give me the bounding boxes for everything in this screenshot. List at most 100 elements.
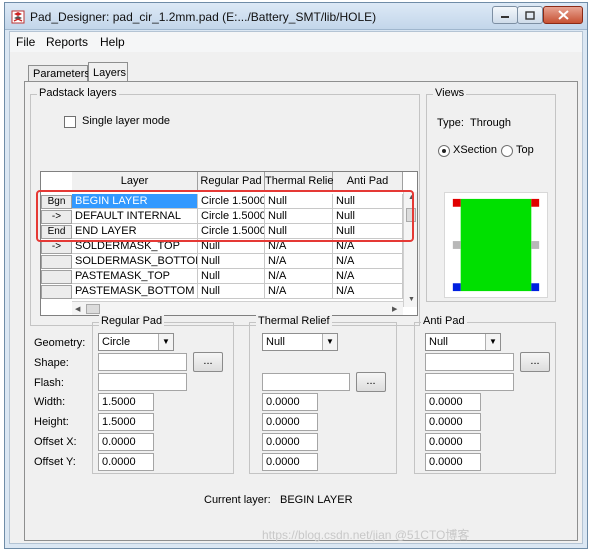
pad-designer-window: Pad_Designer: pad_cir_1.2mm.pad (E:.../B… bbox=[4, 2, 588, 549]
cell-regular-pad[interactable]: Null bbox=[198, 284, 265, 299]
cell-anti-pad[interactable]: N/A bbox=[333, 269, 403, 284]
watermark-text: https://blog.csdn.net/jian @51CTO博客 bbox=[262, 528, 470, 542]
grid-horizontal-scrollbar[interactable]: ◀ ▶ bbox=[72, 301, 403, 315]
scroll-left-icon[interactable]: ◀ bbox=[75, 305, 80, 313]
thermal-relief-offset-x-field[interactable]: 0.0000 bbox=[262, 433, 318, 451]
thermal-relief-geometry-select[interactable]: Null ▼ bbox=[262, 333, 338, 351]
single-layer-mode-label: Single layer mode bbox=[82, 115, 171, 127]
cell-thermal-relief[interactable]: N/A bbox=[265, 284, 333, 299]
chevron-down-icon[interactable]: ▼ bbox=[158, 334, 173, 350]
thermal-relief-flash-field[interactable] bbox=[262, 373, 350, 391]
maximize-button[interactable] bbox=[517, 6, 543, 24]
regular-pad-shape-browse-button[interactable]: ... bbox=[193, 352, 223, 372]
thermal-relief-width-field[interactable]: 0.0000 bbox=[262, 393, 318, 411]
xsection-radio[interactable] bbox=[438, 145, 450, 157]
internal-layer-marker-right bbox=[531, 241, 540, 249]
cell-anti-pad[interactable]: N/A bbox=[333, 254, 403, 269]
height-label: Height: bbox=[34, 416, 69, 428]
cell-regular-pad[interactable]: Null bbox=[198, 269, 265, 284]
window-title: Pad_Designer: pad_cir_1.2mm.pad (E:.../B… bbox=[30, 10, 377, 24]
padstack-xsection-preview bbox=[444, 192, 548, 298]
minimize-button[interactable] bbox=[492, 6, 518, 24]
close-button[interactable] bbox=[543, 6, 583, 24]
anti-pad-offset-y-field[interactable]: 0.0000 bbox=[425, 453, 481, 471]
single-layer-mode-checkbox[interactable] bbox=[64, 116, 76, 128]
end-layer-marker-left bbox=[452, 283, 461, 292]
row-button-pastemask-bottom[interactable] bbox=[41, 285, 72, 299]
regular-pad-shape-field[interactable] bbox=[98, 353, 187, 371]
title-bar[interactable]: Pad_Designer: pad_cir_1.2mm.pad (E:.../B… bbox=[5, 3, 587, 30]
begin-layer-marker-right bbox=[531, 198, 540, 207]
horizontal-scroll-thumb[interactable] bbox=[86, 304, 100, 314]
row-button-pastemask-top[interactable] bbox=[41, 270, 72, 284]
thermal-relief-label: Thermal Relief bbox=[256, 315, 332, 327]
regular-pad-width-field[interactable]: 1.5000 bbox=[98, 393, 154, 411]
cell-layer[interactable]: PASTEMASK_BOTTOM bbox=[72, 284, 198, 299]
width-label: Width: bbox=[34, 396, 66, 408]
anti-pad-geometry-select[interactable]: Null ▼ bbox=[425, 333, 501, 351]
menu-file[interactable]: File bbox=[16, 35, 35, 49]
tab-layers[interactable]: Layers bbox=[88, 62, 128, 82]
cell-layer[interactable]: PASTEMASK_TOP bbox=[72, 269, 198, 284]
minimize-icon bbox=[501, 16, 509, 18]
anti-pad-geometry-value: Null bbox=[429, 336, 448, 348]
client-area: File Reports Help Parameters Layers Pads… bbox=[9, 31, 583, 544]
anti-pad-flash-field[interactable] bbox=[425, 373, 514, 391]
scroll-right-icon[interactable]: ▶ bbox=[392, 305, 397, 313]
column-header-layer[interactable]: Layer bbox=[72, 172, 198, 192]
anti-pad-width-field[interactable]: 0.0000 bbox=[425, 393, 481, 411]
row-button-soldermask-bottom[interactable] bbox=[41, 255, 72, 269]
begin-layer-marker-left bbox=[452, 198, 461, 207]
anti-pad-label: Anti Pad bbox=[421, 315, 467, 327]
regular-pad-offset-y-field[interactable]: 0.0000 bbox=[98, 453, 154, 471]
regular-pad-geometry-select[interactable]: Circle ▼ bbox=[98, 333, 174, 351]
pad-designer-app-icon bbox=[11, 10, 25, 24]
anti-pad-shape-browse-button[interactable]: ... bbox=[520, 352, 550, 372]
anti-pad-offset-x-field[interactable]: 0.0000 bbox=[425, 433, 481, 451]
chevron-down-icon[interactable]: ▼ bbox=[485, 334, 500, 350]
column-header-anti-pad[interactable]: Anti Pad bbox=[333, 172, 403, 192]
column-header-thermal-relief[interactable]: Thermal Relief bbox=[265, 172, 337, 192]
regular-pad-flash-field[interactable] bbox=[98, 373, 187, 391]
regular-pad-label: Regular Pad bbox=[99, 315, 165, 327]
cell-regular-pad[interactable]: Null bbox=[198, 254, 265, 269]
geometry-label: Geometry: bbox=[34, 337, 86, 349]
shape-label: Shape: bbox=[34, 357, 69, 369]
end-layer-marker-right bbox=[531, 283, 540, 292]
cell-thermal-relief[interactable]: N/A bbox=[265, 254, 333, 269]
views-label: Views bbox=[433, 87, 467, 99]
regular-pad-height-field[interactable]: 1.5000 bbox=[98, 413, 154, 431]
chevron-down-icon[interactable]: ▼ bbox=[322, 334, 337, 350]
thermal-relief-geometry-value: Null bbox=[266, 336, 285, 348]
cell-anti-pad[interactable]: N/A bbox=[333, 284, 403, 299]
top-view-label: Top bbox=[516, 144, 534, 156]
offset-x-label: Offset X: bbox=[34, 436, 77, 448]
menu-bar: File Reports Help bbox=[10, 32, 582, 52]
current-layer-label: Current layer: bbox=[204, 494, 271, 506]
current-layer-value: BEGIN LAYER bbox=[280, 494, 353, 506]
maximize-icon bbox=[525, 10, 535, 20]
thermal-relief-flash-browse-button[interactable]: ... bbox=[356, 372, 386, 392]
menu-reports[interactable]: Reports bbox=[46, 35, 88, 49]
cell-layer[interactable]: SOLDERMASK_BOTTOM bbox=[72, 254, 198, 269]
thermal-relief-height-field[interactable]: 0.0000 bbox=[262, 413, 318, 431]
offset-y-label: Offset Y: bbox=[34, 456, 76, 468]
row-button-soldermask-top[interactable]: -> bbox=[41, 240, 72, 254]
type-label: Type: bbox=[437, 117, 464, 129]
flash-label: Flash: bbox=[34, 377, 64, 389]
scroll-down-icon[interactable]: ▼ bbox=[408, 296, 415, 303]
thermal-relief-offset-y-field[interactable]: 0.0000 bbox=[262, 453, 318, 471]
tab-parameters[interactable]: Parameters bbox=[28, 65, 90, 82]
pad-cross-section bbox=[460, 198, 532, 292]
column-header-regular-pad[interactable]: Regular Pad bbox=[198, 172, 265, 192]
top-view-radio[interactable] bbox=[501, 145, 513, 157]
regular-pad-geometry-value: Circle bbox=[102, 336, 131, 348]
menu-help[interactable]: Help bbox=[100, 35, 125, 49]
regular-pad-offset-x-field[interactable]: 0.0000 bbox=[98, 433, 154, 451]
anti-pad-height-field[interactable]: 0.0000 bbox=[425, 413, 481, 431]
anti-pad-shape-field[interactable] bbox=[425, 353, 514, 371]
highlight-annotation-box bbox=[36, 190, 414, 242]
close-icon bbox=[557, 10, 569, 20]
internal-layer-marker-left bbox=[452, 241, 461, 249]
cell-thermal-relief[interactable]: N/A bbox=[265, 269, 333, 284]
